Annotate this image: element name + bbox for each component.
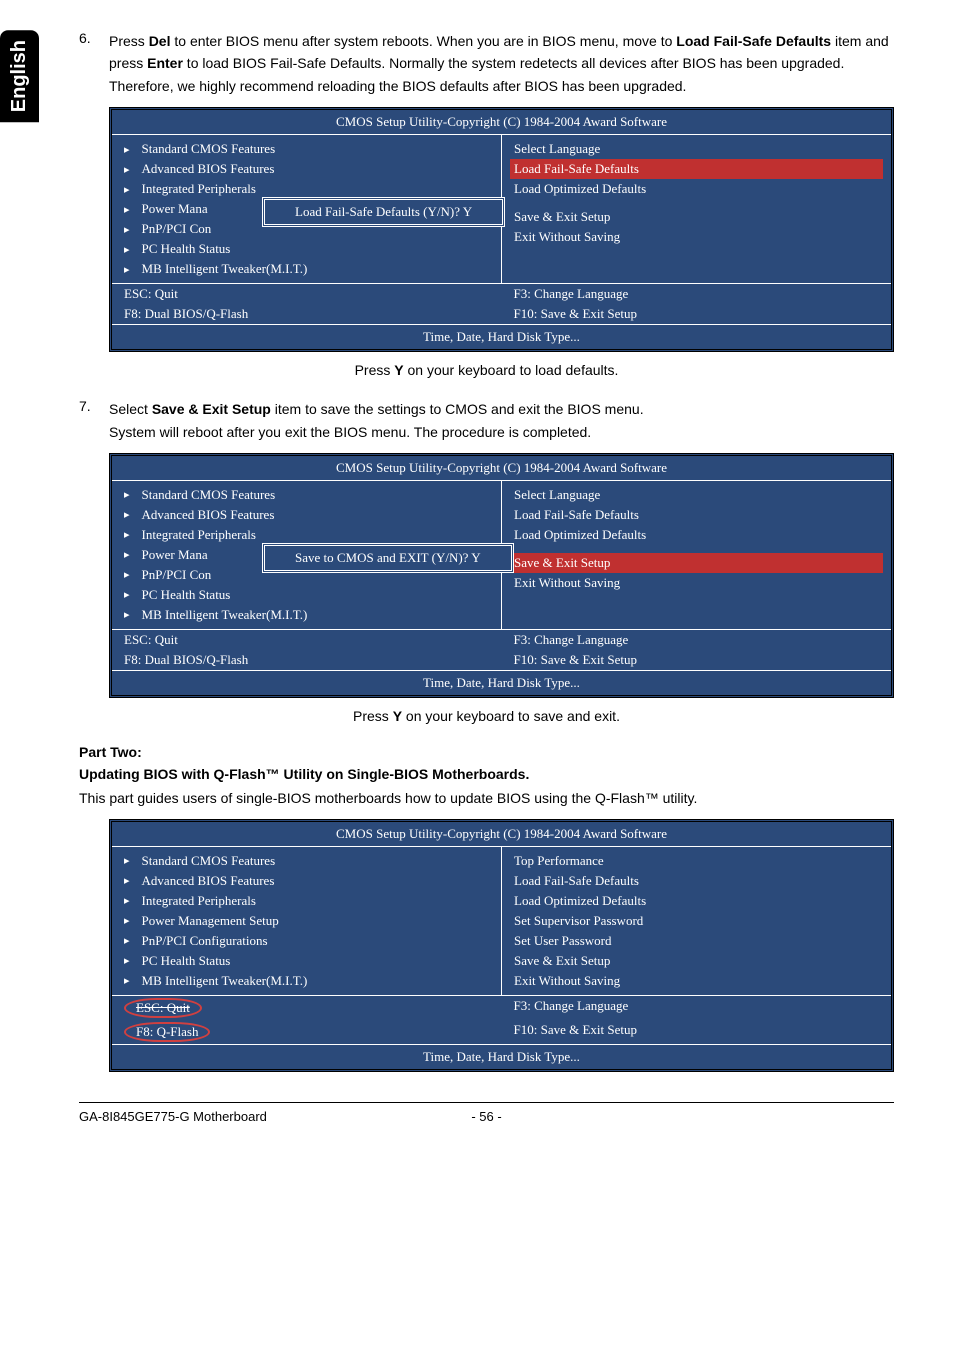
menu-item: MB Intelligent Tweaker(M.I.T.) [120,259,493,279]
language-tab: English [0,30,39,122]
footer-hint: F3: Change Language [502,630,892,650]
bios-title: CMOS Setup Utility-Copyright (C) 1984-20… [112,456,891,481]
footer-hint: F8: Dual BIOS/Q-Flash [112,650,502,670]
footer-hint: F10: Save & Exit Setup [502,304,892,324]
footer-hint: F3: Change Language [502,284,892,304]
menu-item: PC Health Status [120,239,493,259]
menu-item: MB Intelligent Tweaker(M.I.T.) [120,971,493,991]
confirm-dialog: Load Fail-Safe Defaults (Y/N)? Y [262,197,505,227]
menu-item: MB Intelligent Tweaker(M.I.T.) [120,605,493,625]
step-number: 6. [79,30,109,97]
menu-item: Advanced BIOS Features [120,159,493,179]
page-content: 6. Press Del to enter BIOS menu after sy… [79,30,894,1124]
menu-item: Integrated Peripherals [120,891,493,911]
menu-item: Set Supervisor Password [510,911,883,931]
bios-screenshot-2: CMOS Setup Utility-Copyright (C) 1984-20… [109,453,894,698]
menu-item: Exit Without Saving [510,971,883,991]
menu-item: Standard CMOS Features [120,139,493,159]
menu-item: Select Language [510,139,883,159]
bios-screenshot-1: CMOS Setup Utility-Copyright (C) 1984-20… [109,107,894,352]
caption: Press Y on your keyboard to save and exi… [79,708,894,724]
status-bar: Time, Date, Hard Disk Type... [112,670,891,695]
bios-screenshot-3: CMOS Setup Utility-Copyright (C) 1984-20… [109,819,894,1072]
menu-item: Standard CMOS Features [120,851,493,871]
menu-item: Integrated Peripherals [120,179,493,199]
step-number: 7. [79,398,109,443]
menu-item: Load Optimized Defaults [510,525,883,545]
menu-item: Exit Without Saving [510,573,883,593]
footer-hint: F3: Change Language [502,996,892,1020]
part-two-body: This part guides users of single-BIOS mo… [79,788,894,809]
language-label: English [8,40,30,112]
menu-item: Integrated Peripherals [120,525,493,545]
footer-product: GA-8I845GE775-G Motherboard [79,1109,447,1124]
menu-item: Load Fail-Safe Defaults [510,505,883,525]
menu-item: Load Fail-Safe Defaults [510,871,883,891]
footer-hint: F8: Dual BIOS/Q-Flash [112,304,502,324]
menu-item: Advanced BIOS Features [120,505,493,525]
caption: Press Y on your keyboard to load default… [79,362,894,378]
footer-hint-highlighted: F8: Q-Flash [112,1020,502,1044]
menu-item: Load Optimized Defaults [510,891,883,911]
step-6: 6. Press Del to enter BIOS menu after sy… [79,30,894,97]
bios-title: CMOS Setup Utility-Copyright (C) 1984-20… [112,110,891,135]
status-bar: Time, Date, Hard Disk Type... [112,1044,891,1069]
footer-hint: F10: Save & Exit Setup [502,1020,892,1044]
status-bar: Time, Date, Hard Disk Type... [112,324,891,349]
menu-item: Exit Without Saving [510,227,883,247]
part-two-subheading: Updating BIOS with Q-Flash™ Utility on S… [79,766,894,782]
confirm-dialog: Save to CMOS and EXIT (Y/N)? Y [262,543,514,573]
menu-item: Save & Exit Setup [510,951,883,971]
menu-item: Advanced BIOS Features [120,871,493,891]
menu-item: PnP/PCI Configurations [120,931,493,951]
menu-item: Power Management Setup [120,911,493,931]
menu-item: Top Performance [510,851,883,871]
footer-hint: ESC: Quit [112,284,502,304]
menu-item-selected: Save & Exit Setup [510,553,883,573]
footer-hint: ESC: Quit [112,996,502,1020]
step-text: Select Save & Exit Setup item to save th… [109,398,644,443]
step-text: Press Del to enter BIOS menu after syste… [109,30,894,97]
footer-hint: ESC: Quit [112,630,502,650]
part-two-heading: Part Two: [79,744,894,760]
footer-hint: F10: Save & Exit Setup [502,650,892,670]
menu-item: Standard CMOS Features [120,485,493,505]
menu-item: PC Health Status [120,951,493,971]
bios-title: CMOS Setup Utility-Copyright (C) 1984-20… [112,822,891,847]
menu-item: Select Language [510,485,883,505]
menu-item: PC Health Status [120,585,493,605]
menu-item: Set User Password [510,931,883,951]
step-7: 7. Select Save & Exit Setup item to save… [79,398,894,443]
menu-item: Save & Exit Setup [510,207,883,227]
menu-item-selected: Load Fail-Safe Defaults [510,159,883,179]
page-number: - 56 - [447,1109,527,1124]
page-footer: GA-8I845GE775-G Motherboard - 56 - [79,1102,894,1124]
menu-item: Load Optimized Defaults [510,179,883,199]
